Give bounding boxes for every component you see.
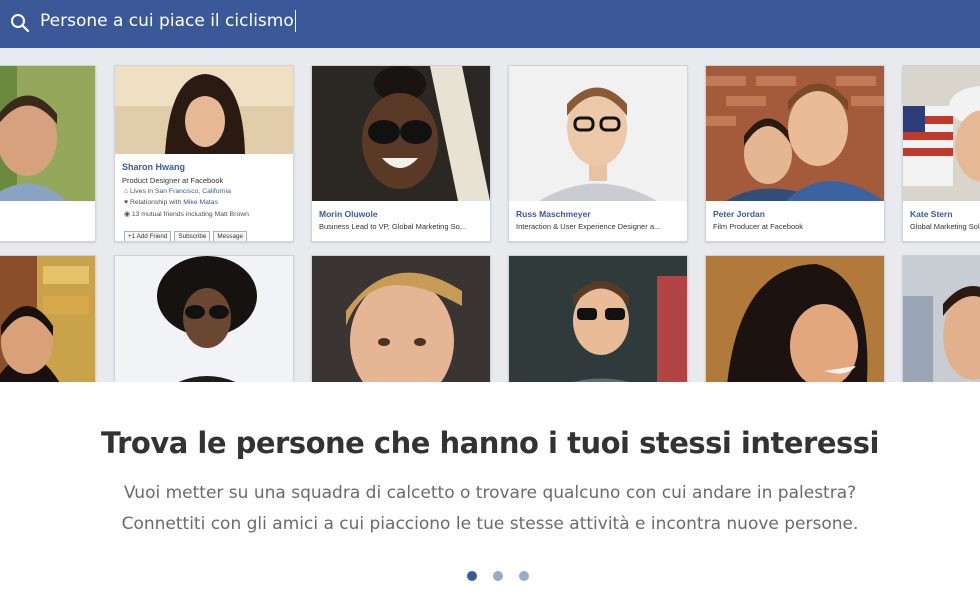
promo-description-line2: Connettiti con gli amici a cui piacciono… bbox=[121, 514, 859, 534]
person-card[interactable] bbox=[0, 255, 96, 382]
person-card[interactable] bbox=[902, 255, 980, 382]
lives-in-link[interactable]: San Francisco, California bbox=[155, 188, 231, 195]
search-input[interactable]: Persone a cui piace il ciclismo bbox=[40, 9, 296, 33]
person-photo bbox=[509, 256, 687, 382]
add-friend-button[interactable]: +1 Add Friend bbox=[124, 231, 172, 241]
person-role: Product Designer at Facebook bbox=[122, 176, 224, 185]
person-card-russ-maschmeyer[interactable]: Russ Maschmeyer Interaction & User Exper… bbox=[508, 65, 688, 242]
search-query-text: Persone a cui piace il ciclismo bbox=[40, 11, 294, 31]
person-info: Peter Jordan Film Producer at Facebook bbox=[706, 201, 884, 241]
person-role: Film Producer at Facebook bbox=[713, 222, 804, 231]
subscribe-button[interactable]: Subscribe bbox=[174, 231, 211, 241]
person-card[interactable] bbox=[311, 255, 491, 382]
person-info: Kate Stern Global Marketing Sol... bbox=[903, 201, 980, 241]
person-info: Russ Maschmeyer Interaction & User Exper… bbox=[509, 201, 687, 241]
person-name[interactable]: Russ Maschmeyer bbox=[516, 209, 591, 219]
person-card-morin-oluwole[interactable]: Morin Oluwole Business Lead to VP, Globa… bbox=[311, 65, 491, 242]
message-button[interactable]: Message bbox=[213, 231, 247, 241]
person-card-kate-stern[interactable]: Kate Stern Global Marketing Sol... bbox=[902, 65, 980, 242]
person-photo bbox=[903, 66, 980, 201]
card-actions: +1 Add Friend Subscribe Message bbox=[124, 231, 247, 241]
promo-heading: Trova le persone che hanno i tuoi stessi… bbox=[101, 426, 879, 460]
person-role: Interaction & User Experience Designer a… bbox=[516, 222, 661, 231]
person-photo bbox=[706, 256, 884, 382]
person-name[interactable]: Sharon Hwang bbox=[122, 162, 185, 172]
search-icon bbox=[11, 14, 30, 33]
people-grid: Facebook Sharon Hwang Product Designer a… bbox=[0, 48, 980, 382]
person-name[interactable]: Kate Stern bbox=[910, 209, 953, 219]
person-photo bbox=[903, 256, 980, 382]
person-role: Business Lead to VP, Global Marketing So… bbox=[319, 222, 467, 231]
person-name[interactable]: Peter Jordan bbox=[713, 209, 765, 219]
person-card[interactable] bbox=[508, 255, 688, 382]
person-name[interactable]: Morin Oluwole bbox=[319, 209, 378, 219]
person-role: Global Marketing Sol... bbox=[910, 222, 980, 231]
friends-icon: ◉ bbox=[124, 211, 132, 218]
text-caret bbox=[294, 10, 296, 32]
search-bar[interactable]: Persone a cui piace il ciclismo bbox=[0, 0, 980, 48]
page-dot-2[interactable] bbox=[493, 571, 503, 581]
person-photo bbox=[115, 256, 293, 382]
person-card[interactable] bbox=[114, 255, 294, 382]
person-card-sharon-hwang[interactable]: Sharon Hwang Product Designer at Faceboo… bbox=[114, 65, 294, 242]
person-info: Sharon Hwang Product Designer at Faceboo… bbox=[115, 154, 293, 241]
mutual-friends-detail: ◉ 13 mutual friends including Matt Brown bbox=[124, 211, 249, 218]
person-photo bbox=[312, 256, 490, 382]
person-info: Morin Oluwole Business Lead to VP, Globa… bbox=[312, 201, 490, 241]
person-photo bbox=[0, 256, 95, 382]
person-info: Facebook bbox=[0, 201, 95, 241]
person-photo bbox=[0, 66, 95, 201]
page-dot-1[interactable] bbox=[467, 571, 477, 581]
person-card-peter-jordan[interactable]: Peter Jordan Film Producer at Facebook bbox=[705, 65, 885, 242]
pagination-dots bbox=[467, 571, 529, 581]
relationship-detail: ♥ Relationship with Mike Matas bbox=[124, 199, 218, 206]
person-photo bbox=[312, 66, 490, 201]
relationship-link[interactable]: Mike Matas bbox=[183, 199, 218, 206]
person-card[interactable] bbox=[705, 255, 885, 382]
person-photo bbox=[509, 66, 687, 201]
lives-in-detail: ⌂ Lives in San Francisco, California bbox=[124, 188, 231, 195]
person-card[interactable]: Facebook bbox=[0, 65, 96, 242]
promo-description-line1: Vuoi metter su una squadra di calcetto o… bbox=[123, 483, 857, 503]
person-photo bbox=[706, 66, 884, 201]
page-dot-3[interactable] bbox=[519, 571, 529, 581]
person-photo bbox=[115, 66, 293, 154]
